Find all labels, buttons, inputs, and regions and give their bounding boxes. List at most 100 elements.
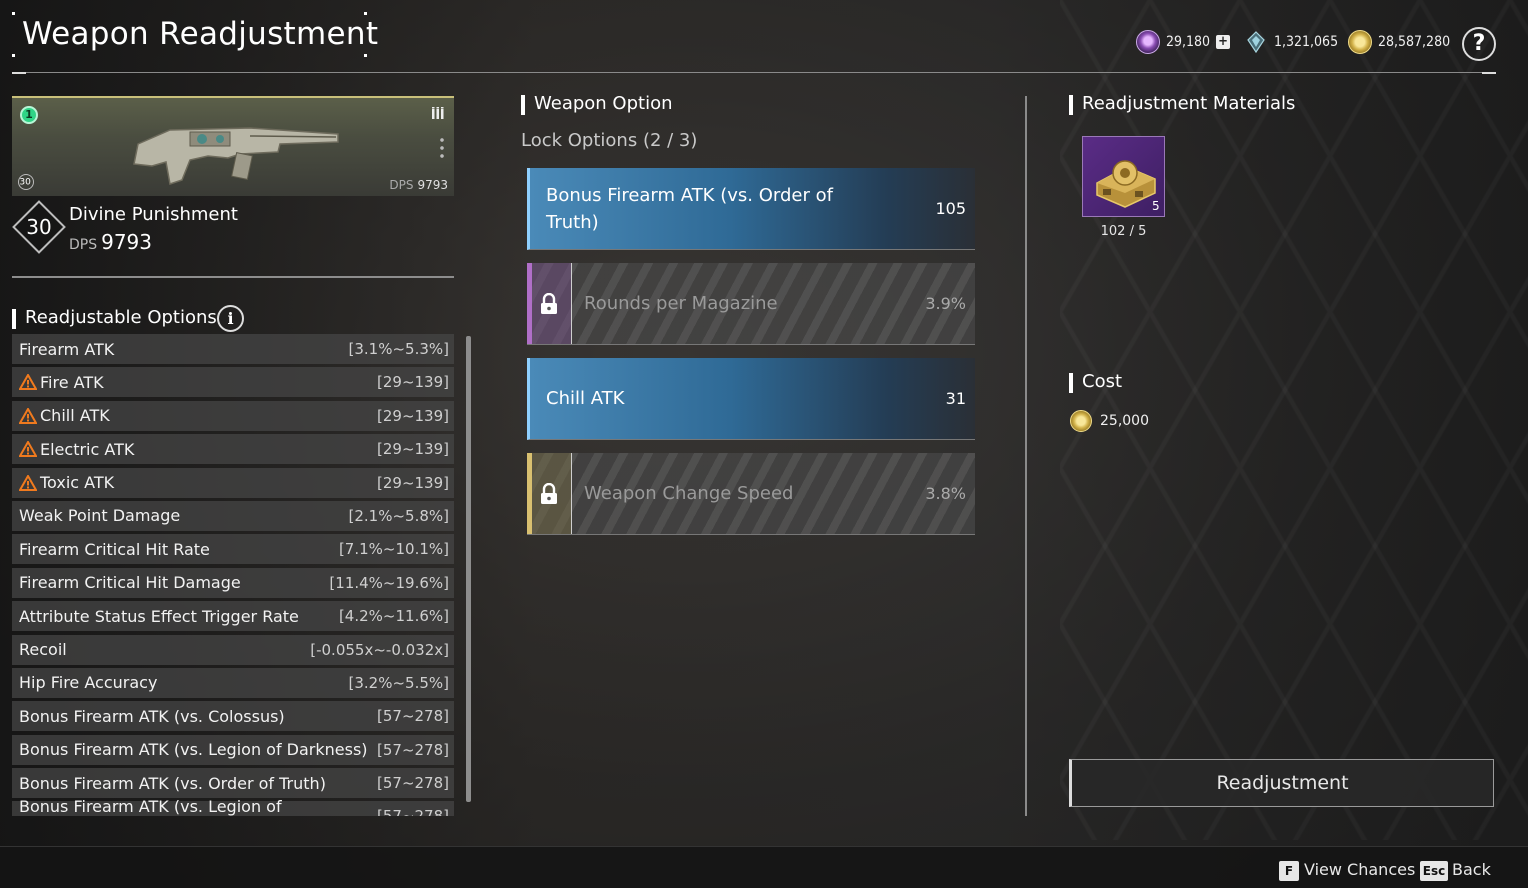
- option-range: [57~278]: [377, 740, 449, 759]
- option-name-group: Toxic ATK: [19, 473, 114, 492]
- readjustable-options-heading: Readjustable Options: [12, 307, 217, 329]
- header-divider: [12, 72, 1496, 73]
- card-dps-label: DPS: [389, 178, 414, 192]
- title-corner: [364, 54, 367, 57]
- option-name: Hip Fire Accuracy: [19, 673, 158, 693]
- options-scrollbar[interactable]: [466, 336, 471, 802]
- option-range: [11.4%~19.6%]: [329, 573, 449, 592]
- header-divider-dash: [12, 72, 26, 74]
- page-title: Weapon Readjustment: [22, 16, 379, 52]
- readjustment-materials-heading: Readjustment Materials: [1069, 93, 1295, 115]
- option-name-group: Fire ATK: [19, 373, 104, 392]
- currency-gold: 28,587,280: [1348, 30, 1450, 54]
- readjustable-options-list[interactable]: Firearm ATK [3.1%~5.3%] Fire ATK [29~139] Ch…: [12, 334, 454, 816]
- rarity-badge: 1: [20, 106, 38, 124]
- option-range: [29~139]: [377, 373, 449, 392]
- back-key[interactable]: Esc: [1420, 861, 1448, 881]
- option-name-group: Electric ATK: [19, 440, 134, 459]
- option-row: Bonus Firearm ATK (vs. Order of Truth) [5…: [12, 768, 454, 799]
- kuiper-amount: 1,321,065: [1274, 34, 1339, 50]
- option-row: Attribute Status Effect Trigger Rate [4.2…: [12, 601, 454, 632]
- currency-kuiper: 1,321,065: [1244, 30, 1338, 54]
- option-name: Weak Point Damage: [19, 506, 181, 526]
- option-name: Firearm ATK: [19, 339, 115, 359]
- warning-icon: [19, 374, 37, 391]
- material-owned: 102 / 5: [1100, 224, 1147, 239]
- weapon-card[interactable]: 1 30 DPS 9793: [12, 96, 454, 196]
- weapon-dps-label: DPS: [69, 237, 98, 253]
- option-row: Recoil [-0.055x~-0.032x]: [12, 634, 454, 665]
- back-button[interactable]: Back: [1452, 860, 1491, 879]
- option-row: Hip Fire Accuracy [3.2%~5.5%]: [12, 667, 454, 698]
- title-corner: [12, 12, 15, 15]
- lock-options-count: Lock Options (2 / 3): [521, 130, 698, 151]
- option-range: [57~278]: [377, 774, 449, 793]
- option-name: Fire ATK: [40, 372, 104, 392]
- card-dps-value: 9793: [417, 178, 448, 192]
- option-row: Toxic ATK [29~139]: [12, 467, 454, 498]
- lock-icon: [541, 482, 557, 504]
- cost-amount: 25,000: [1100, 413, 1149, 429]
- option-name: Electric ATK: [40, 439, 135, 459]
- view-chances-key[interactable]: F: [1279, 861, 1299, 881]
- readjustment-button[interactable]: Readjustment: [1069, 759, 1494, 807]
- option-name: Firearm Critical Hit Rate: [19, 539, 210, 559]
- option-row: Bonus Firearm ATK (vs. Legion of Darknes…: [12, 734, 454, 765]
- info-icon[interactable]: i: [217, 305, 244, 332]
- option-name-group: Attribute Status Effect Trigger Rate: [19, 607, 299, 626]
- slot-name: Bonus Firearm ATK (vs. Order of Truth): [546, 184, 833, 233]
- option-row: Bonus Firearm ATK (vs. Colossus) [57~278]: [12, 701, 454, 732]
- weapon-name: Divine Punishment: [69, 204, 238, 225]
- option-name: Chill ATK: [40, 406, 110, 426]
- weapon-option-heading: Weapon Option: [521, 93, 673, 115]
- option-name: Attribute Status Effect Trigger Rate: [19, 606, 299, 626]
- lock-icon: [541, 292, 557, 314]
- weapon-option-slot-3[interactable]: Chill ATK 31: [527, 358, 975, 440]
- option-row: Chill ATK [29~139]: [12, 400, 454, 431]
- slot-value: 31: [945, 389, 966, 408]
- option-range: [57~278]: [377, 807, 449, 816]
- option-name-group: Recoil: [19, 640, 67, 659]
- option-range: [2.1%~5.8%]: [348, 506, 450, 525]
- option-name-group: Hip Fire Accuracy: [19, 673, 157, 692]
- option-range: [29~139]: [377, 440, 449, 459]
- weapon-option-slot-1[interactable]: Bonus Firearm ATK (vs. Order of Truth) 1…: [527, 168, 975, 250]
- gold-icon: [1070, 410, 1092, 432]
- title-corner: [12, 54, 15, 57]
- more-options-icon[interactable]: [440, 136, 444, 160]
- option-range: [4.2%~11.6%]: [338, 607, 449, 626]
- lock-toggle[interactable]: [527, 263, 572, 344]
- option-name: Toxic ATK: [40, 473, 115, 493]
- option-range: [29~139]: [377, 473, 449, 492]
- option-name-group: Firearm Critical Hit Rate: [19, 540, 210, 559]
- header-divider-dash: [1482, 72, 1496, 74]
- weapon-image: [133, 127, 339, 185]
- option-name: Bonus Firearm ATK (vs. Order of Truth): [19, 773, 326, 793]
- option-range: [7.1%~10.1%]: [338, 540, 449, 559]
- help-button[interactable]: ?: [1462, 27, 1496, 61]
- slot-value: 3.9%: [925, 294, 966, 313]
- option-name: Firearm Critical Hit Damage: [19, 573, 241, 593]
- option-name-group: Weak Point Damage: [19, 506, 180, 525]
- option-range: [3.1%~5.3%]: [348, 340, 450, 358]
- option-name-group: Bonus Firearm ATK (vs. Legion of Immorta…: [19, 797, 377, 816]
- option-name-group: Chill ATK: [19, 406, 110, 425]
- option-range: [3.2%~5.5%]: [348, 673, 450, 692]
- warning-icon: [19, 407, 37, 424]
- weapon-option-slot-2[interactable]: Rounds per Magazine 3.9%: [527, 263, 975, 345]
- gold-amount: 28,587,280: [1378, 34, 1451, 50]
- currency-caliber: 29,180 +: [1136, 30, 1231, 54]
- gold-icon: [1348, 30, 1372, 54]
- add-caliber-button[interactable]: +: [1216, 35, 1231, 49]
- option-name: Recoil: [19, 640, 67, 660]
- view-chances-button[interactable]: View Chances: [1304, 860, 1415, 879]
- lock-toggle[interactable]: [527, 453, 572, 534]
- slot-value: 105: [935, 199, 966, 218]
- option-row: Electric ATK [29~139]: [12, 434, 454, 465]
- cost-heading: Cost: [1069, 371, 1122, 393]
- slot-name: Rounds per Magazine: [584, 293, 778, 314]
- weapon-option-slot-4[interactable]: Weapon Change Speed 3.8%: [527, 453, 975, 535]
- weapon-level: 30: [26, 215, 52, 239]
- slot-name: Chill ATK: [546, 388, 625, 409]
- option-row: Weak Point Damage [2.1%~5.8%]: [12, 500, 454, 531]
